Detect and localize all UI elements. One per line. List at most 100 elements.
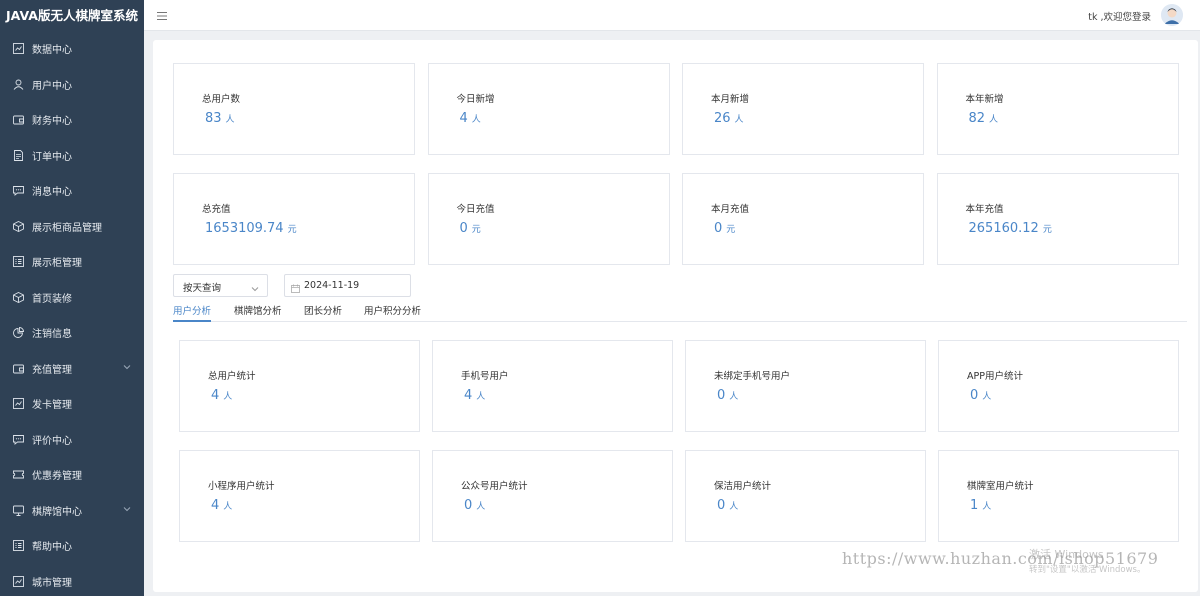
user-icon — [13, 79, 24, 90]
box-icon — [13, 291, 24, 303]
chevron-down-icon — [123, 363, 131, 371]
stat-card: 总用户统计 4 人 — [179, 340, 420, 432]
stat-card: 总用户数 83 人 — [173, 63, 415, 155]
tab[interactable]: 用户分析 — [173, 303, 212, 322]
sidebar-item[interactable]: 评价中心 — [0, 422, 144, 458]
sidebar-item-label: 数据中心 — [32, 45, 72, 57]
stat-value: 265160.12 元 — [969, 221, 1052, 236]
stat-value: 1653109.74 元 — [205, 221, 297, 236]
stat-card: 今日新增 4 人 — [427, 63, 670, 155]
chevron-down-icon — [251, 282, 259, 292]
sidebar-item-label: 评价中心 — [32, 435, 72, 447]
stat-label: APP用户统计 — [967, 371, 1023, 382]
stat-number: 0 — [717, 498, 726, 513]
stat-number: 4 — [211, 498, 220, 513]
stat-number: 0 — [714, 221, 723, 236]
sidebar-item-label: 棋牌馆中心 — [32, 506, 82, 518]
stat-card: APP用户统计 0 人 — [938, 340, 1179, 432]
windows-activate-text: 激活 Windows — [1029, 548, 1104, 561]
sidebar-item-label: 展示柜管理 — [32, 258, 82, 270]
sidebar-item-label: 订单中心 — [32, 151, 72, 163]
stat-value: 26 人 — [714, 111, 744, 126]
sidebar-item[interactable]: 消息中心 — [0, 173, 144, 209]
stat-value: 4人 — [211, 498, 232, 513]
chart-icon — [13, 575, 24, 587]
stat-unit: 元 — [726, 225, 736, 235]
stat-unit: 人 — [734, 115, 744, 125]
stat-number: 82 — [968, 111, 986, 126]
stat-unit: 人 — [476, 392, 486, 402]
avatar[interactable] — [1161, 4, 1183, 26]
sidebar-item[interactable]: 展示柜管理 — [0, 244, 144, 280]
sidebar-item-label: 首页装修 — [32, 293, 72, 305]
top-header: tk ,欢迎您登录 — [144, 0, 1200, 31]
stat-number: 1 — [970, 498, 979, 513]
stat-unit: 人 — [989, 115, 999, 125]
stat-label: 今日新增 — [456, 94, 495, 105]
analysis-tabs: 用户分析 棋牌馆分析 团长分析 用户积分分析 — [173, 301, 1187, 322]
sidebar-item-label: 注销信息 — [32, 329, 72, 341]
sidebar-item[interactable]: 数据中心 — [0, 31, 144, 67]
stat-unit: 人 — [223, 502, 233, 512]
tab[interactable]: 团长分析 — [304, 303, 342, 322]
stat-label: 手机号用户 — [461, 371, 509, 382]
stat-value: 1人 — [970, 498, 991, 513]
stat-card: 手机号用户 4 人 — [432, 340, 673, 432]
welcome-text: tk ,欢迎您登录 — [1088, 12, 1151, 23]
stat-number: 83 — [205, 111, 222, 126]
sidebar-item[interactable]: 财务中心 — [0, 102, 144, 138]
stat-number: 0 — [464, 498, 473, 513]
stat-number: 0 — [970, 388, 979, 403]
dashboard-panel: 总用户数 83 人今日新增 4 人本月新增 26 人本年新增 82 人总充值 1653109.74… — [153, 40, 1198, 592]
sidebar-item[interactable]: 发卡管理 — [0, 386, 144, 422]
stat-card: 总充值 1653109.74 元 — [173, 173, 415, 265]
sidebar-item[interactable]: 首页装修 — [0, 280, 144, 316]
message-icon — [13, 185, 24, 197]
stat-label: 今日充值 — [456, 204, 495, 215]
list-icon — [13, 540, 24, 552]
tab[interactable]: 棋牌馆分析 — [234, 303, 282, 322]
stat-value: 0人 — [717, 388, 738, 403]
stat-value: 4人 — [464, 388, 485, 403]
list-icon — [13, 256, 24, 268]
sidebar-item-label: 充值管理 — [32, 364, 72, 376]
stat-unit: 人 — [471, 115, 481, 125]
stat-label: 总充值 — [202, 204, 231, 215]
stat-label: 保洁用户统计 — [714, 481, 772, 492]
stat-label: 本月新增 — [711, 94, 750, 105]
calendar-icon — [291, 282, 300, 293]
sidebar-item-label: 用户中心 — [32, 80, 72, 92]
stat-value: 0元 — [714, 221, 735, 236]
tab[interactable]: 用户积分分析 — [364, 303, 421, 322]
sidebar-item[interactable]: 充值管理 — [0, 351, 144, 387]
menu-toggle-icon[interactable] — [157, 10, 167, 20]
sidebar-item-label: 消息中心 — [32, 187, 72, 199]
sidebar-item[interactable]: 帮助中心 — [0, 528, 144, 564]
stat-value: 0人 — [970, 388, 991, 403]
sidebar-item[interactable]: 订单中心 — [0, 138, 144, 174]
sidebar-item[interactable]: 展示柜商品管理 — [0, 209, 144, 245]
stat-label: 总用户数 — [202, 94, 241, 105]
sidebar-item[interactable]: 注销信息 — [0, 315, 144, 351]
wallet-icon — [13, 363, 24, 374]
stat-value: 0人 — [717, 498, 738, 513]
wallet-icon — [13, 114, 24, 125]
sidebar-item[interactable]: 优惠券管理 — [0, 457, 144, 493]
query-mode-select[interactable]: 按天查询 — [173, 274, 268, 297]
stat-unit: 元 — [287, 225, 297, 235]
stat-unit: 人 — [225, 115, 235, 125]
sidebar-item-label: 财务中心 — [32, 116, 72, 128]
stat-number: 4 — [211, 388, 220, 403]
date-picker[interactable]: 2024-11-19 — [284, 274, 411, 297]
stat-number: 4 — [464, 388, 473, 403]
stat-number: 1653109.74 — [205, 221, 284, 236]
chart-icon — [13, 398, 24, 410]
sidebar-item[interactable]: 城市管理 — [0, 564, 144, 596]
sidebar-nav: 数据中心用户中心财务中心订单中心消息中心展示柜商品管理展示柜管理首页装修注销信息… — [0, 31, 144, 596]
stat-value: 0人 — [464, 498, 485, 513]
sidebar-item[interactable]: 棋牌馆中心 — [0, 493, 144, 529]
stat-value: 4人 — [211, 388, 232, 403]
stat-unit: 人 — [476, 502, 486, 512]
chart-icon — [13, 43, 24, 55]
sidebar-item[interactable]: 用户中心 — [0, 67, 144, 103]
